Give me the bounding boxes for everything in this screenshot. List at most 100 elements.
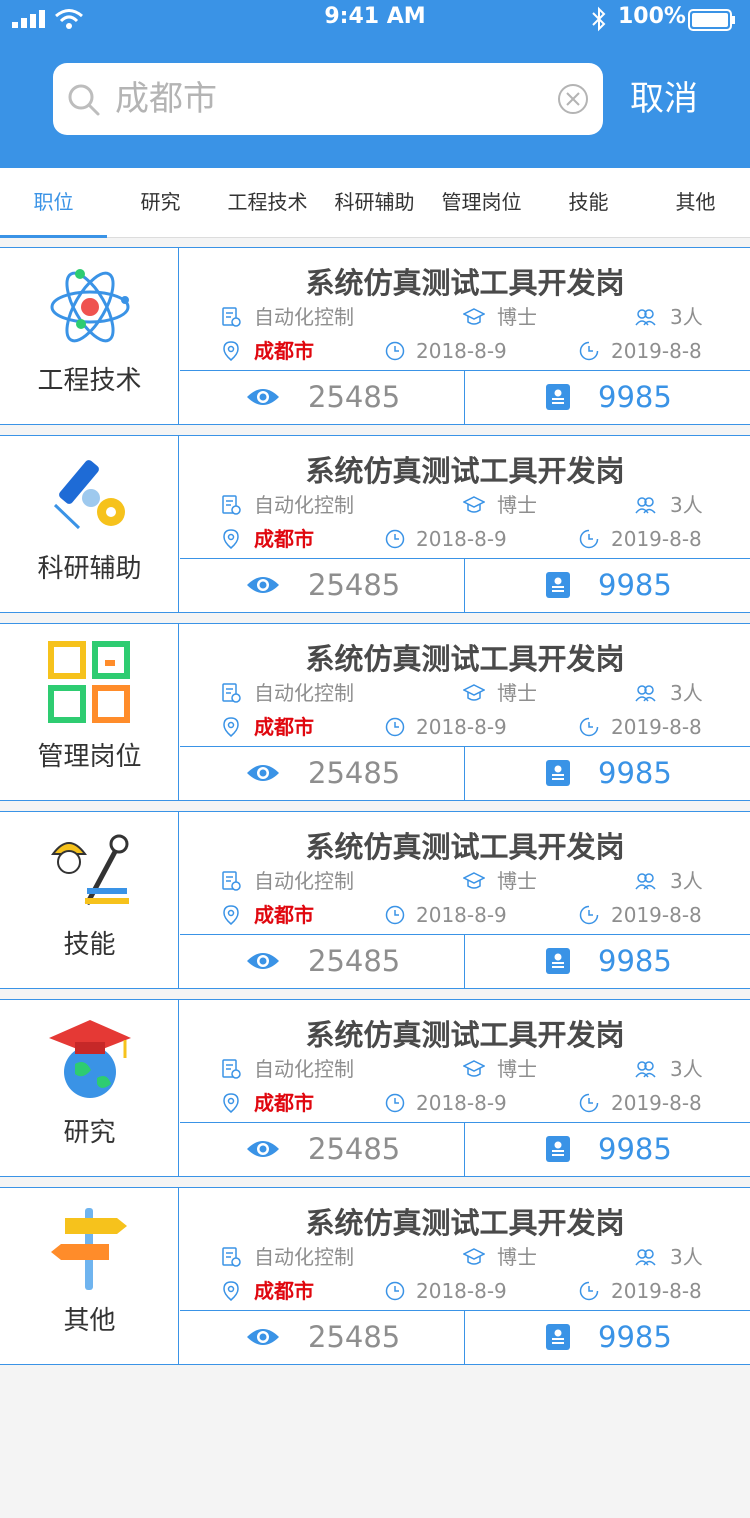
specialty-text: 自动化控制 [254,493,354,517]
view-count: 25485 [308,1320,401,1354]
search-header: 9:41 AM 100% 成都市 取消 [0,0,750,168]
end-date: 2019-8-8 [611,527,702,551]
end-date: 2019-8-8 [611,1279,702,1303]
specialty-text: 自动化控制 [254,1245,354,1269]
microscope-gear-icon [53,460,125,530]
specialty-text: 自动化控制 [254,681,354,705]
eye-icon [247,1141,279,1157]
applicant-icon [546,760,570,786]
people-icon [635,685,656,702]
divider [180,746,750,747]
category-cell: 管理岗位 [0,624,179,800]
job-title: 系统仿真测试工具开发岗 [305,830,625,864]
deadline-clock-icon [579,529,599,549]
category-label: 管理岗位 [37,742,142,772]
applicant-icon [546,1136,570,1162]
applicant-icon [546,384,570,410]
search-input[interactable]: 成都市 [53,63,603,135]
location-pin-icon [223,1281,239,1301]
category-label: 技能 [63,930,116,960]
tab-skills[interactable]: 技能 [535,168,642,238]
search-query: 成都市 [115,79,217,119]
end-date: 2019-8-8 [611,1091,702,1115]
location-pin-icon [223,717,239,737]
job-card[interactable]: 工程技术 系统仿真测试工具开发岗 自动化控制 博士 3人 成都市 2018-8-… [0,247,750,425]
headcount-text: 3人 [670,1057,703,1081]
start-date: 2018-8-9 [416,339,507,363]
battery-icon [688,9,735,31]
start-date: 2018-8-9 [416,1091,507,1115]
divider [464,370,465,424]
tab-research-assist[interactable]: 科研辅助 [321,168,428,238]
view-count: 25485 [308,756,401,790]
job-title: 系统仿真测试工具开发岗 [305,266,625,300]
deadline-clock-icon [579,341,599,361]
category-label: 科研辅助 [37,554,142,584]
specialty-text: 自动化控制 [254,1057,354,1081]
tab-position[interactable]: 职位 [0,168,107,238]
location-pin-icon [223,529,239,549]
people-icon [635,1061,656,1078]
deadline-clock-icon [579,1093,599,1113]
applicant-count: 9985 [598,380,672,414]
headcount-text: 3人 [670,493,703,517]
tab-management[interactable]: 管理岗位 [428,168,535,238]
clock-icon [385,1093,405,1113]
eye-icon [247,765,279,781]
start-date: 2018-8-9 [416,715,507,739]
degree-icon [463,872,485,889]
clear-icon[interactable] [557,83,589,115]
category-cell: 工程技术 [0,248,179,424]
applicant-count: 9985 [598,568,672,602]
view-count: 25485 [308,568,401,602]
clock-icon [385,905,405,925]
job-title: 系统仿真测试工具开发岗 [305,1018,625,1052]
graduation-globe-icon [49,1020,131,1098]
degree-icon [463,308,485,325]
end-date: 2019-8-8 [611,715,702,739]
eye-icon [247,389,279,405]
location-text: 成都市 [254,715,314,739]
location-text: 成都市 [254,339,314,363]
specialty-icon [222,495,241,515]
category-label: 工程技术 [37,366,142,396]
location-text: 成都市 [254,1279,314,1303]
degree-text: 博士 [497,493,537,517]
job-card[interactable]: 研究 系统仿真测试工具开发岗 自动化控制 博士 3人 成都市 2018-8-9 … [0,999,750,1177]
divider [464,746,465,800]
job-card[interactable]: 其他 系统仿真测试工具开发岗 自动化控制 博士 3人 成都市 2018-8-9 … [0,1187,750,1365]
worker-tools-icon [51,834,129,906]
degree-icon [463,1060,485,1077]
job-card[interactable]: 科研辅助 系统仿真测试工具开发岗 自动化控制 博士 3人 成都市 2018-8-… [0,435,750,613]
end-date: 2019-8-8 [611,339,702,363]
degree-icon [463,496,485,513]
view-count: 25485 [308,380,401,414]
tab-engineering[interactable]: 工程技术 [214,168,321,238]
clock-icon [385,529,405,549]
people-icon [635,497,656,514]
deadline-clock-icon [579,1281,599,1301]
divider [180,1310,750,1311]
start-date: 2018-8-9 [416,527,507,551]
tab-other[interactable]: 其他 [642,168,749,238]
location-pin-icon [223,341,239,361]
divider [180,558,750,559]
applicant-icon [546,572,570,598]
job-title: 系统仿真测试工具开发岗 [305,1206,625,1240]
location-text: 成都市 [254,527,314,551]
people-icon [635,873,656,890]
clock-icon [385,341,405,361]
deadline-clock-icon [579,717,599,737]
job-card[interactable]: 管理岗位 系统仿真测试工具开发岗 自动化控制 博士 3人 成都市 2018-8-… [0,623,750,801]
battery-percent: 100% [618,4,686,29]
location-pin-icon [223,1093,239,1113]
category-label: 其他 [63,1306,116,1336]
tab-research[interactable]: 研究 [107,168,214,238]
applicant-count: 9985 [598,944,672,978]
degree-icon [463,684,485,701]
job-title: 系统仿真测试工具开发岗 [305,642,625,676]
cancel-button[interactable]: 取消 [620,76,708,122]
divider [464,1310,465,1364]
divider [464,1122,465,1176]
job-card[interactable]: 技能 系统仿真测试工具开发岗 自动化控制 博士 3人 成都市 2018-8-9 … [0,811,750,989]
